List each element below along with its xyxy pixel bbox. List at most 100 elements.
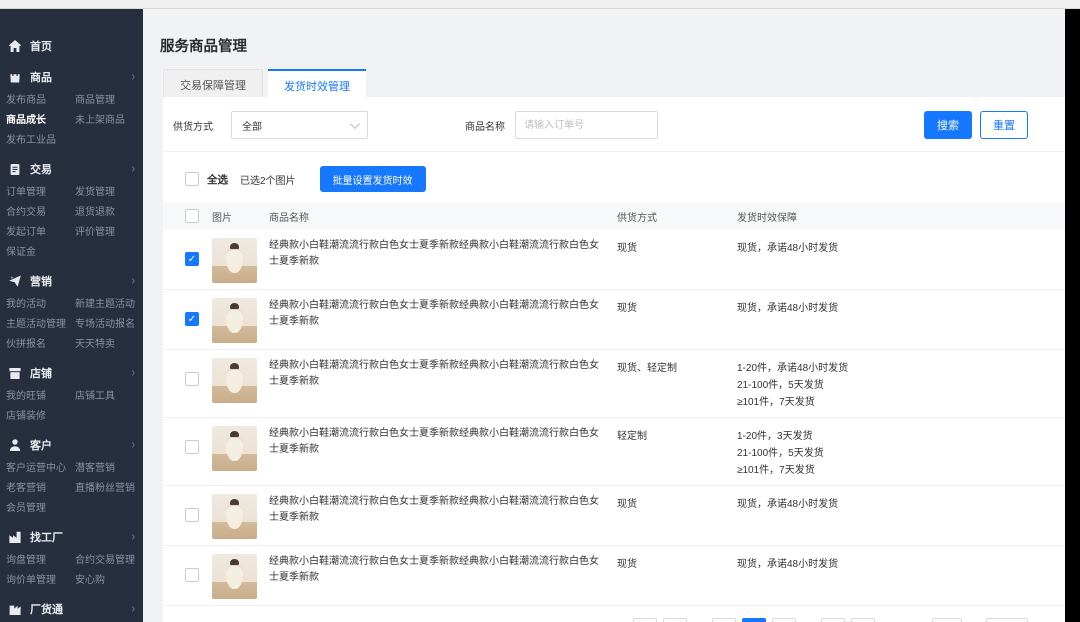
sidebar-item[interactable]: 发货管理 — [75, 188, 143, 198]
product-image[interactable] — [212, 358, 257, 403]
sidebar-item[interactable]: 新建主题活动 — [75, 300, 143, 310]
select-all-label[interactable]: 全选 — [207, 172, 228, 187]
sidebar-section-0[interactable]: 首页 — [0, 38, 143, 54]
chevron-right-icon: › — [131, 274, 135, 288]
product-name-input[interactable] — [515, 111, 658, 139]
chevron-right-icon: › — [131, 366, 135, 380]
supply-method-select[interactable]: 全部 — [231, 111, 368, 139]
chevron-right-icon: › — [131, 438, 135, 452]
delivery-line: ≥101件，7天发货 — [737, 462, 1065, 479]
marketing-icon — [8, 274, 22, 288]
sidebar-item[interactable]: 老客营销 — [6, 484, 75, 494]
window-right-edge — [1065, 9, 1080, 622]
sidebar-item[interactable]: 专场活动报名 — [75, 320, 143, 330]
product-image[interactable] — [212, 554, 257, 599]
product-image[interactable] — [212, 426, 257, 471]
sidebar-section-3[interactable]: 营销› — [0, 273, 143, 289]
product-image[interactable] — [212, 298, 257, 343]
sidebar-section-4[interactable]: 店铺› — [0, 365, 143, 381]
sidebar-item[interactable]: 潜客营销 — [75, 464, 143, 474]
select-all-checkbox[interactable] — [185, 172, 199, 186]
row-checkbox[interactable] — [185, 312, 199, 326]
sidebar-item[interactable]: 商品成长 — [6, 116, 75, 126]
sidebar-subitems: 发布商品商品管理商品成长未上架商品发布工业品 — [0, 96, 143, 146]
column-header-name: 商品名称 — [269, 209, 603, 224]
pagination-page-3[interactable]: 3 — [712, 618, 736, 622]
sidebar-item[interactable]: 订单管理 — [6, 188, 75, 198]
delivery-line: ≥101件，7天发货 — [737, 394, 1065, 411]
goto-page-input[interactable] — [932, 618, 962, 622]
sidebar-item[interactable]: 合约交易 — [6, 208, 75, 218]
sidebar-item[interactable]: 评价管理 — [75, 228, 143, 238]
table-row: 经典款小白鞋潮流流行款白色女士夏季新款经典款小白鞋潮流流行款白色女士夏季新款 现… — [163, 290, 1065, 350]
sidebar-item[interactable]: 发布工业品 — [6, 136, 75, 146]
delivery-guarantee: 1-20件，3天发货21-100件，5天发货≥101件，7天发货 — [737, 428, 1065, 479]
reset-button[interactable]: 重置 — [980, 111, 1028, 139]
search-button[interactable]: 搜索 — [924, 111, 972, 139]
sidebar-item — [75, 248, 143, 258]
sidebar-item[interactable]: 合约交易管理 — [75, 556, 143, 566]
row-checkbox[interactable] — [185, 440, 199, 454]
supply-method: 现货 — [617, 496, 737, 513]
main-area: 服务商品管理 交易保障管理 发货时效管理 供货方式 全部 商品名称 搜索 重置 … — [143, 9, 1065, 622]
pagination-next-button[interactable]: > — [851, 618, 875, 622]
sidebar-item[interactable]: 保证金 — [6, 248, 75, 258]
chevron-right-icon: › — [131, 602, 135, 616]
row-checkbox[interactable] — [185, 372, 199, 386]
sidebar-item[interactable]: 未上架商品 — [75, 116, 143, 126]
table-row: 经典款小白鞋潮流流行款白色女士夏季新款经典款小白鞋潮流流行款白色女士夏季新款 现… — [163, 350, 1065, 418]
sidebar-section-5[interactable]: 客户› — [0, 437, 143, 453]
sidebar-item[interactable]: 安心购 — [75, 576, 143, 586]
product-image[interactable] — [212, 494, 257, 539]
row-checkbox[interactable] — [185, 568, 199, 582]
filter-bar: 供货方式 全部 商品名称 搜索 重置 — [163, 97, 1065, 152]
sidebar-section-7[interactable]: 厂货通 › — [0, 601, 143, 617]
sidebar-item[interactable]: 会员管理 — [6, 504, 75, 514]
sidebar-item[interactable]: 店铺工具 — [75, 392, 143, 402]
sidebar-item[interactable]: 店铺装修 — [6, 412, 75, 422]
sidebar-section-2[interactable]: 交易› — [0, 161, 143, 177]
sidebar-item[interactable]: 退货退款 — [75, 208, 143, 218]
sidebar-item — [75, 136, 143, 146]
row-checkbox[interactable] — [185, 508, 199, 522]
chevron-down-icon — [350, 119, 360, 129]
sidebar: 首页商品›发布商品商品管理商品成长未上架商品发布工业品交易›订单管理发货管理合约… — [0, 9, 143, 622]
channel-icon — [8, 602, 22, 616]
sidebar-item — [75, 504, 143, 514]
batch-set-delivery-button[interactable]: 批量设置发货时效 — [320, 166, 426, 192]
sidebar-item[interactable]: 我的活动 — [6, 300, 75, 310]
row-checkbox[interactable] — [185, 252, 199, 266]
sidebar-item[interactable]: 询盘管理 — [6, 556, 75, 566]
supply-method: 现货 — [617, 240, 737, 257]
chevron-right-icon: › — [131, 162, 135, 176]
sidebar-section-6[interactable]: 找工厂› — [0, 529, 143, 545]
product-name: 经典款小白鞋潮流流行款白色女士夏季新款经典款小白鞋潮流流行款白色女士夏季新款 — [269, 426, 603, 458]
sidebar-item[interactable]: 商品管理 — [75, 96, 143, 106]
pagination-page-5[interactable]: 5 — [772, 618, 796, 622]
pagination-page-4[interactable]: 4 — [742, 618, 766, 622]
sidebar-item[interactable]: 客户运营中心 — [6, 464, 75, 474]
confirm-button[interactable]: 确定 — [986, 618, 1028, 622]
sidebar-item[interactable]: 我的旺铺 — [6, 392, 75, 402]
batch-bar: 全选 已选2个图片 批量设置发货时效 — [163, 152, 1065, 202]
sidebar-item[interactable]: 发起订单 — [6, 228, 75, 238]
pagination-prev-button[interactable]: < — [633, 618, 657, 622]
sidebar-item[interactable]: 发布商品 — [6, 96, 75, 106]
pagination-page-10[interactable]: 10 — [821, 618, 845, 622]
delivery-guarantee: 现货，承诺48小时发货 — [737, 496, 1065, 513]
table-row: 经典款小白鞋潮流流行款白色女士夏季新款经典款小白鞋潮流流行款白色女士夏季新款 轻… — [163, 418, 1065, 486]
table-body: 经典款小白鞋潮流流行款白色女士夏季新款经典款小白鞋潮流流行款白色女士夏季新款 现… — [163, 230, 1065, 606]
sidebar-section-label: 厂货通 — [30, 601, 63, 617]
sidebar-subitems: 我的旺铺店铺工具店铺装修 — [0, 392, 143, 422]
header-checkbox[interactable] — [185, 209, 199, 223]
product-image[interactable] — [212, 238, 257, 283]
sidebar-item[interactable]: 主题活动管理 — [6, 320, 75, 330]
sidebar-item[interactable]: 直播粉丝营销 — [75, 484, 143, 494]
sidebar-item[interactable]: 伙拼报名 — [6, 340, 75, 350]
delivery-line: 现货，承诺48小时发货 — [737, 300, 1065, 317]
pagination-page-1[interactable]: 1 — [663, 618, 687, 622]
sidebar-item[interactable]: 询价单管理 — [6, 576, 75, 586]
product-name: 经典款小白鞋潮流流行款白色女士夏季新款经典款小白鞋潮流流行款白色女士夏季新款 — [269, 238, 603, 270]
sidebar-item[interactable]: 天天特卖 — [75, 340, 143, 350]
sidebar-section-1[interactable]: 商品› — [0, 69, 143, 85]
